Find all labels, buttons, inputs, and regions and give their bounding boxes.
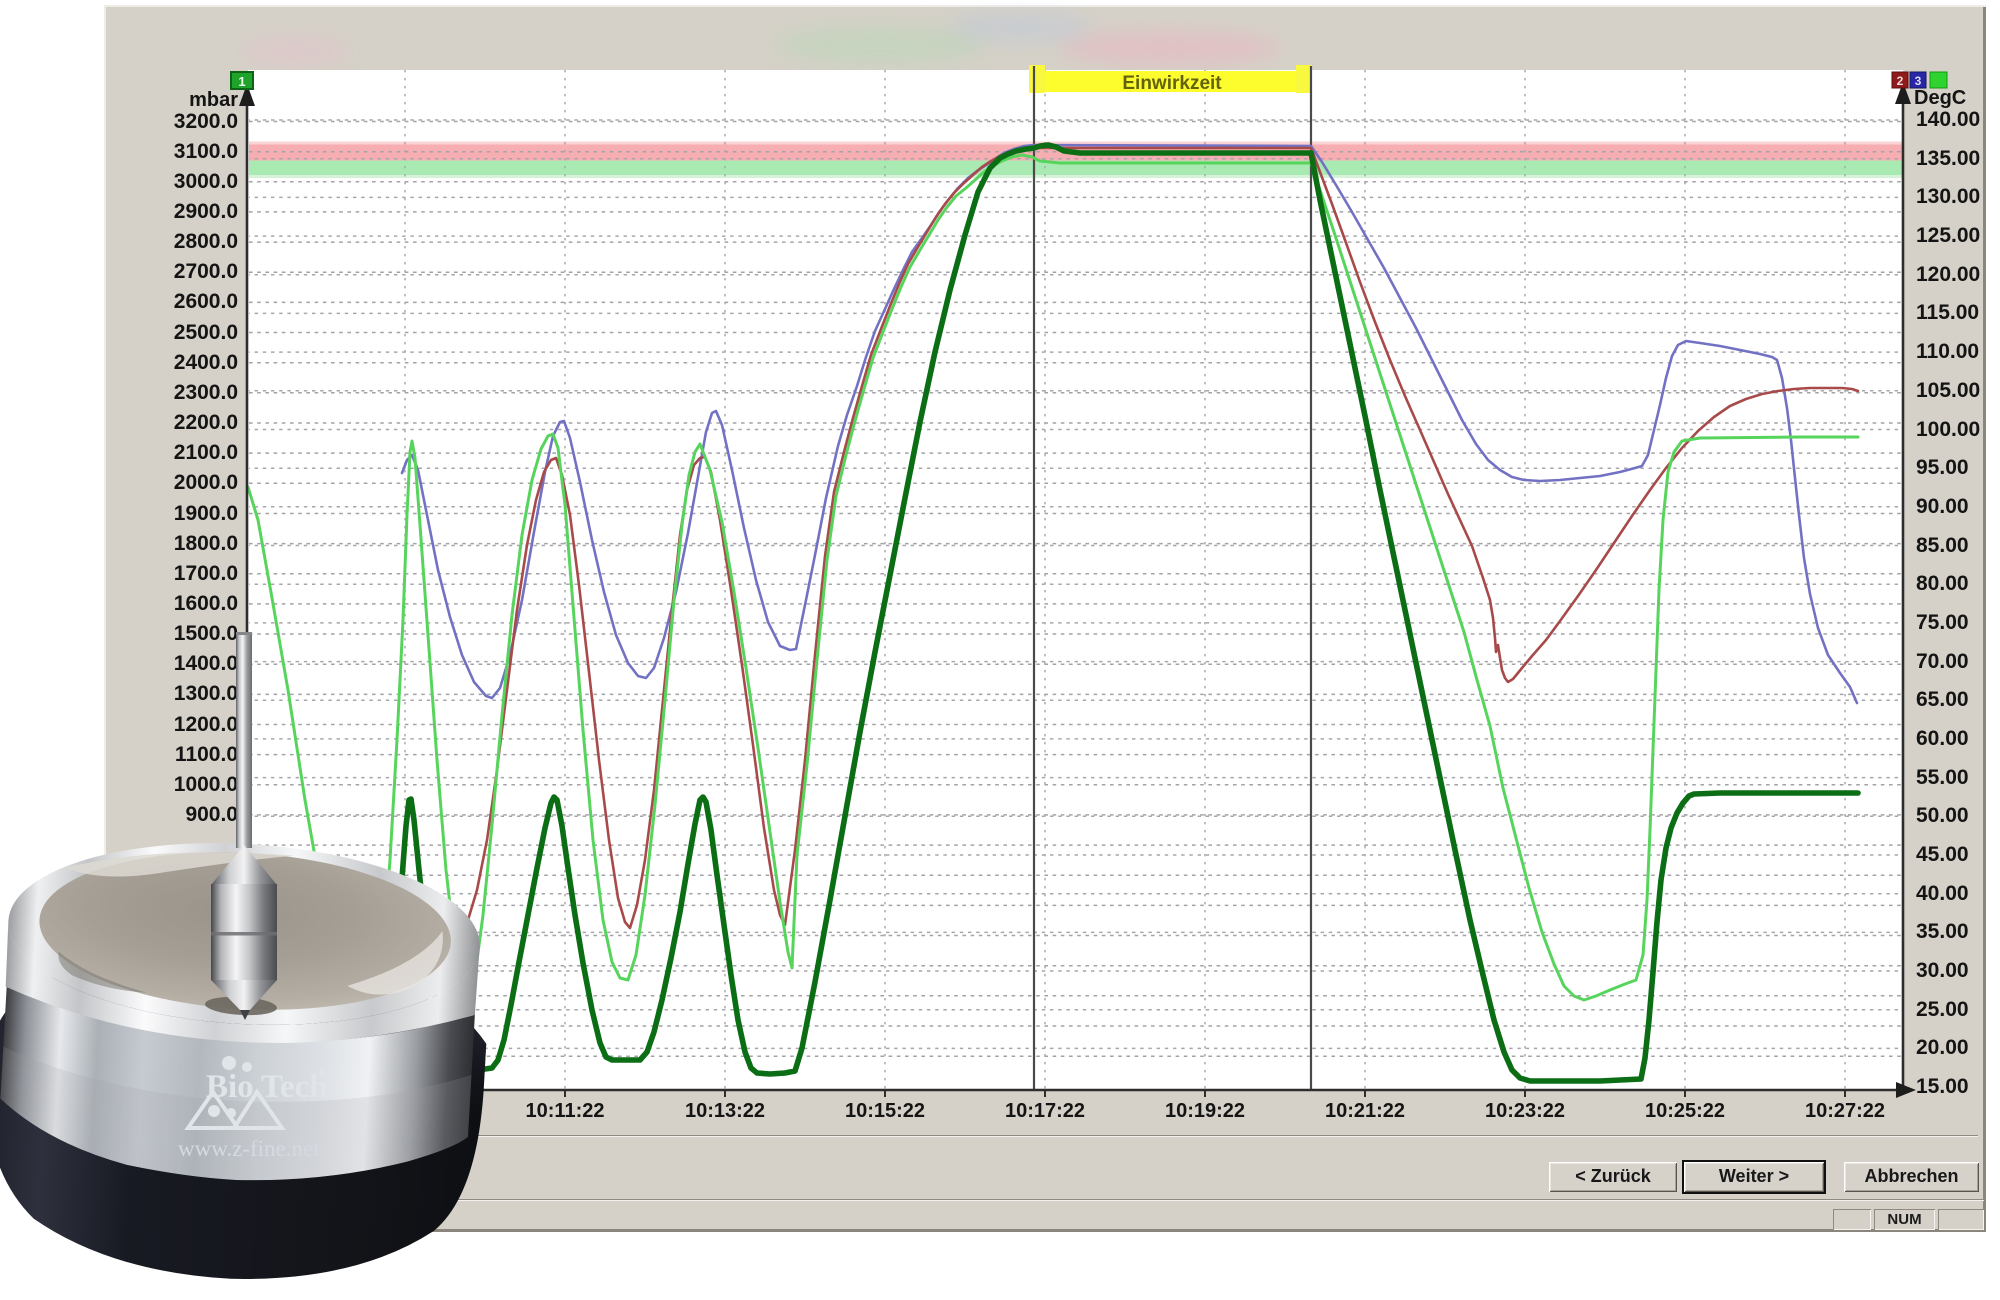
svg-text:3: 3 <box>1915 74 1922 88</box>
svg-text:Bio: Bio <box>206 1069 254 1105</box>
svg-text:Einwirkzeit: Einwirkzeit <box>1122 73 1222 94</box>
svg-text:2: 2 <box>1897 74 1904 88</box>
svg-text:TM: TM <box>317 1066 340 1081</box>
svg-text:www.z-fine.net: www.z-fine.net <box>178 1136 320 1161</box>
svg-text:1: 1 <box>238 74 245 89</box>
